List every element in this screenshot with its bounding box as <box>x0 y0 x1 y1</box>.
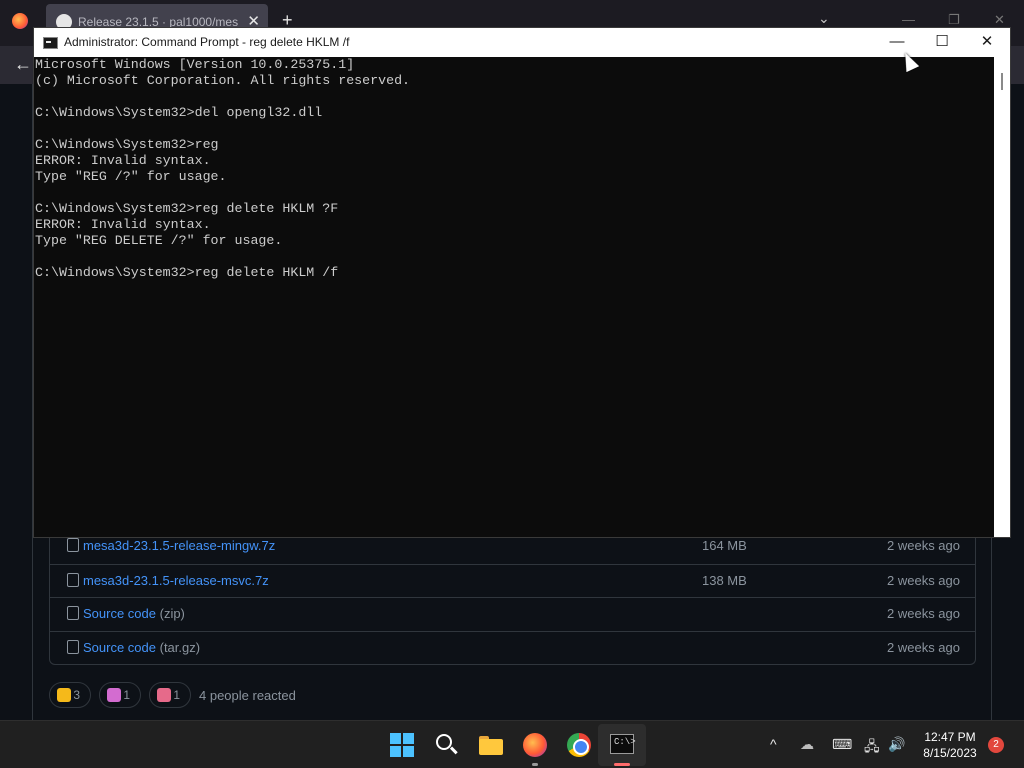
maximize-button[interactable]: ☐ <box>919 28 965 57</box>
command-prompt-icon <box>43 37 58 49</box>
running-indicator <box>532 763 538 766</box>
keyboard-icon[interactable]: ⌨ <box>832 736 852 753</box>
asset-link[interactable]: mesa3d-23.1.5-release-msvc.7z <box>83 573 269 588</box>
console-line: (c) Microsoft Corporation. All rights re… <box>35 73 411 88</box>
package-icon <box>67 572 79 587</box>
asset-size: 138 MB <box>702 572 747 588</box>
firefox-icon[interactable] <box>523 733 547 757</box>
clock-time: 12:47 PM <box>924 730 976 744</box>
browser-restore-button[interactable]: ❐ <box>948 12 960 28</box>
asset-date: 2 weeks ago <box>887 639 960 655</box>
console-line: C:\Windows\System32>reg <box>35 137 219 152</box>
console-output[interactable]: Microsoft Windows [Version 10.0.25375.1]… <box>34 57 994 537</box>
asset-link[interactable]: Source code (zip) <box>83 606 185 621</box>
console-line: Type "REG DELETE /?" for usage. <box>35 233 283 248</box>
network-icon[interactable]: 🖧 <box>864 736 880 760</box>
cmd-title-bar[interactable]: Administrator: Command Prompt - reg dele… <box>34 28 1010 57</box>
console-line: Type "REG /?" for usage. <box>35 169 227 184</box>
back-arrow-icon[interactable]: ← <box>14 54 32 75</box>
reaction-count: 3 <box>73 688 80 702</box>
file-zip-icon <box>67 606 79 620</box>
asset-link[interactable]: Source code (tar.gz) <box>83 640 200 655</box>
package-icon <box>67 538 79 552</box>
console-line: Microsoft Windows [Version 10.0.25375.1] <box>35 57 355 72</box>
reaction-count: 1 <box>123 688 130 702</box>
asset-date: 2 weeks ago <box>887 538 960 553</box>
console-line: ERROR: Invalid syntax. <box>35 217 211 232</box>
clock-date: 8/15/2023 <box>923 746 977 760</box>
cmd-scrollbar[interactable] <box>994 57 1010 537</box>
reaction-party[interactable]: 1 <box>99 682 141 708</box>
file-zip-icon <box>67 639 79 654</box>
windows-start-icon[interactable] <box>390 733 414 757</box>
console-current-command: C:\Windows\System32>reg delete HKLM /f <box>35 265 339 280</box>
browser-close-button[interactable]: ✕ <box>994 12 1005 28</box>
volume-icon[interactable]: 🔊 <box>888 736 905 753</box>
command-prompt-window[interactable]: Administrator: Command Prompt - reg dele… <box>33 27 1011 538</box>
console-line: C:\Windows\System32>reg delete HKLM ?F <box>35 201 339 216</box>
notification-badge[interactable]: 2 <box>988 737 1004 753</box>
thumbs-up-icon <box>57 688 71 702</box>
asset-link[interactable]: mesa3d-23.1.5-release-mingw.7z <box>83 538 275 553</box>
asset-row: Source code (tar.gz) 2 weeks ago <box>50 630 975 665</box>
assets-list: mesa3d-23.1.5-release-mingw.7z 164 MB 2 … <box>49 530 976 665</box>
reaction-thumbs-up[interactable]: 3 <box>49 682 91 708</box>
browser-minimize-button[interactable]: — <box>902 12 915 27</box>
onedrive-cloud-icon[interactable]: ☁ <box>800 736 814 753</box>
console-line: C:\Windows\System32>del opengl32.dll <box>35 105 323 120</box>
party-popper-icon <box>107 688 121 702</box>
scrollbar-thumb[interactable] <box>1001 73 1003 90</box>
clock[interactable]: 12:47 PM 8/15/2023 <box>918 729 982 761</box>
cmd-window-title: Administrator: Command Prompt - reg dele… <box>64 35 350 49</box>
active-indicator <box>614 763 630 766</box>
chrome-icon[interactable] <box>567 733 591 757</box>
firefox-icon[interactable] <box>12 13 28 29</box>
asset-row: Source code (zip) 2 weeks ago <box>50 597 975 631</box>
close-button[interactable]: ✕ <box>964 28 1010 57</box>
command-prompt-taskbar-button[interactable]: C:\> <box>598 724 646 766</box>
screen: Release 23.1.5 · pal1000/mesa-… ✕ + ⌄ — … <box>0 0 1024 768</box>
tab-list-chevron-icon[interactable]: ⌄ <box>818 10 830 27</box>
console-line: ERROR: Invalid syntax. <box>35 153 211 168</box>
show-hidden-icons-chevron-icon[interactable]: ^ <box>770 736 777 752</box>
asset-size: 164 MB <box>702 538 747 553</box>
rocket-icon <box>157 688 171 702</box>
asset-date: 2 weeks ago <box>887 572 960 588</box>
asset-date: 2 weeks ago <box>887 606 960 621</box>
file-explorer-icon[interactable] <box>479 733 503 757</box>
taskbar: C:\> ^ ☁ ⌨ 🖧 🔊 12:47 PM 8/15/2023 2 <box>0 720 1024 768</box>
reaction-summary: 4 people reacted <box>199 688 296 703</box>
search-icon[interactable] <box>435 733 459 757</box>
reaction-rocket[interactable]: 1 <box>149 682 191 708</box>
command-prompt-icon: C:\> <box>610 734 636 754</box>
asset-row: mesa3d-23.1.5-release-msvc.7z 138 MB 2 w… <box>50 563 975 598</box>
reaction-count: 1 <box>173 688 180 702</box>
